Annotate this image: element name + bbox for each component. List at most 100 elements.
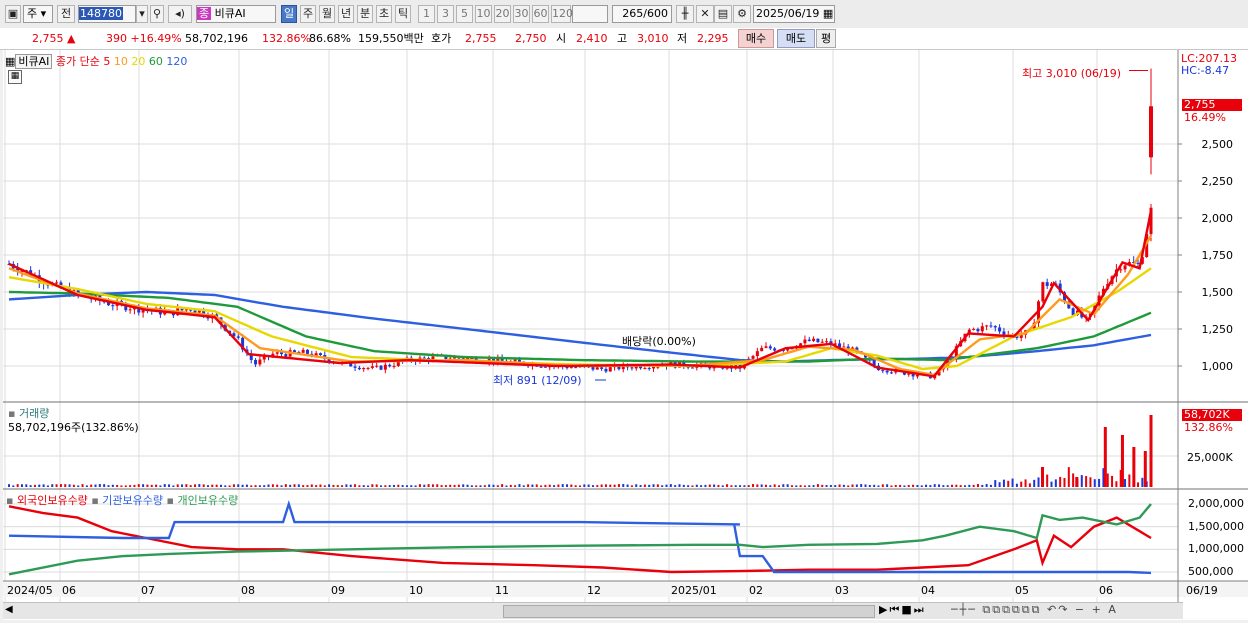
volume-value: 58,702,196주(132.86%) xyxy=(8,421,139,434)
zoom-tools-icon[interactable]: ─┼─ ⧉⧉⧉⧉⧉⧉ ↶↷ − + A xyxy=(951,603,1118,617)
interval-10[interactable]: 10 xyxy=(475,5,492,23)
price-legend: ▦ 비큐AI 종가 단순 5 10 20 60 120 xyxy=(5,53,187,69)
candle-body xyxy=(751,356,755,359)
code-dropdown-icon[interactable]: ▾ xyxy=(136,5,148,23)
candle-body xyxy=(55,282,59,284)
chart-scrollbar[interactable]: ◀ ▶⏮■⏭ ─┼─ ⧉⧉⧉⧉⧉⧉ ↶↷ − + A xyxy=(3,602,1183,619)
interval-120[interactable]: 120 xyxy=(551,5,573,23)
candle-body xyxy=(362,368,366,370)
volume-bar xyxy=(509,484,512,487)
open-label: 시 xyxy=(556,32,567,45)
volume-bar xyxy=(29,485,32,487)
volume-bar xyxy=(553,485,556,487)
prev-button[interactable]: 전 xyxy=(57,5,75,23)
volume-bar xyxy=(981,484,984,487)
volume-bar xyxy=(129,485,132,487)
legend-ma-20: 20 xyxy=(131,55,149,68)
volume-bar xyxy=(16,484,19,487)
period-5[interactable]: 초 xyxy=(376,5,392,23)
candle-body xyxy=(985,325,989,327)
volume-bar xyxy=(289,484,292,487)
period-2[interactable]: 월 xyxy=(319,5,335,23)
x-label-13: 06 xyxy=(1099,584,1113,597)
volume-bar xyxy=(726,484,729,487)
grid-toggle-icon[interactable]: ▦ xyxy=(8,70,22,84)
speaker-icon[interactable]: ◂) xyxy=(168,5,192,23)
count-total: /600 xyxy=(643,7,668,20)
volume-bar xyxy=(959,485,962,487)
interval-5[interactable]: 5 xyxy=(456,5,473,23)
low-label: 저 xyxy=(677,32,688,45)
eval-button[interactable]: 평 xyxy=(816,29,836,48)
date-input[interactable]: 2025/06/19 ▦ xyxy=(753,5,835,23)
search-icon[interactable]: ⚲ xyxy=(150,5,164,23)
candle-body xyxy=(574,367,578,369)
candle-icon[interactable]: ╫ xyxy=(676,5,694,23)
calendar-icon[interactable]: ▦ xyxy=(823,7,833,20)
sell-button[interactable]: 매도 xyxy=(777,29,815,48)
scroll-thumb[interactable] xyxy=(503,605,875,618)
candle-body xyxy=(773,348,777,351)
count-input[interactable]: 265/600 xyxy=(612,5,672,23)
volume-bar xyxy=(55,484,58,487)
volume-spike-6 xyxy=(1149,415,1153,487)
holdings-legend-1: 기관보유수량 xyxy=(98,494,167,507)
volume-bar xyxy=(436,484,439,487)
interval-1[interactable]: 1 xyxy=(418,5,435,23)
period-0[interactable]: 일 xyxy=(281,5,297,23)
candle-body xyxy=(128,309,132,311)
window-icon[interactable]: ▣ xyxy=(5,5,21,23)
chart-area[interactable]: 1,000 1,250 1,500 1,750 2,000 2,250 2,500 ▦ 비큐A… xyxy=(3,50,1248,620)
volume-bar xyxy=(358,485,361,487)
playback-controls-icon[interactable]: ▶⏮■⏭ xyxy=(879,603,926,617)
candle-body xyxy=(812,338,816,341)
interval-30[interactable]: 30 xyxy=(513,5,530,23)
volume-bar xyxy=(146,484,149,487)
candle-body xyxy=(1119,269,1123,271)
volume-bar xyxy=(418,484,421,487)
period-3[interactable]: 년 xyxy=(338,5,354,23)
volume-bar xyxy=(557,484,560,487)
period-1[interactable]: 주 xyxy=(300,5,316,23)
volume-bar xyxy=(855,484,858,487)
volume-bar xyxy=(362,485,365,487)
volume-bar xyxy=(617,484,620,487)
scroll-left-icon[interactable]: ◀ xyxy=(5,604,13,615)
volume-bar xyxy=(600,484,603,487)
volume-bar xyxy=(319,484,322,487)
interval-60[interactable]: 60 xyxy=(532,5,549,23)
volume-bar xyxy=(488,484,491,487)
interval-custom-select[interactable] xyxy=(572,5,608,23)
stock-name-field[interactable]: 종 비큐AI xyxy=(196,5,276,23)
candle-body xyxy=(1002,331,1006,335)
volume-bar xyxy=(98,484,101,487)
x-label-0: 2024/05 xyxy=(7,584,53,597)
period-4[interactable]: 분 xyxy=(357,5,373,23)
candle-body xyxy=(366,367,370,369)
volume-bar xyxy=(449,484,452,487)
volume-bar xyxy=(622,484,625,487)
crosshair-icon[interactable]: ✕ xyxy=(696,5,714,23)
candle-body xyxy=(517,359,521,362)
buy-button[interactable]: 매수 xyxy=(738,29,774,48)
code-input[interactable]: 148780 xyxy=(78,5,136,23)
candle-body xyxy=(885,370,889,373)
volume-last-tag: 58,702K xyxy=(1182,409,1242,421)
volume-bar xyxy=(206,485,209,487)
volume-bar xyxy=(739,485,742,487)
save-icon[interactable]: ▤ xyxy=(714,5,732,23)
period-6[interactable]: 틱 xyxy=(395,5,411,23)
interval-20[interactable]: 20 xyxy=(494,5,511,23)
volume-bar xyxy=(747,485,750,487)
candle-body xyxy=(305,349,309,354)
quote-label: 호가 xyxy=(431,32,452,45)
settings-icon[interactable]: ⚙ xyxy=(733,5,751,23)
volume-bar xyxy=(561,484,564,487)
volume-bar xyxy=(566,484,569,487)
volume-bar xyxy=(423,484,426,487)
volume-bar xyxy=(972,484,975,487)
volume-bar xyxy=(583,484,586,487)
volume-bar xyxy=(371,484,374,487)
market-select[interactable]: 주 ▾ xyxy=(23,5,53,23)
interval-3[interactable]: 3 xyxy=(437,5,454,23)
